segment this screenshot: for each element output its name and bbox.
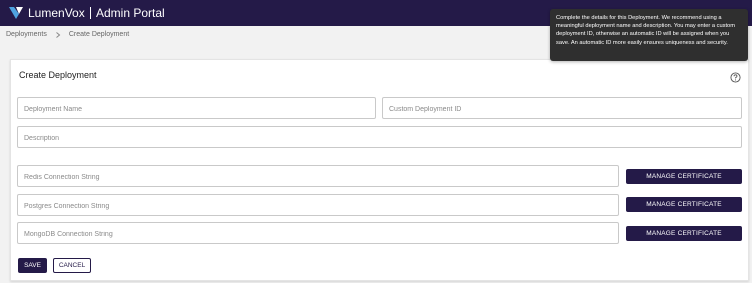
header-divider [90, 7, 91, 19]
manage-certificate-button-postgres[interactable]: MANAGE CERTIFICATE [626, 197, 742, 212]
mongodb-connection-field[interactable] [17, 222, 619, 245]
postgres-connection-field[interactable] [17, 194, 619, 217]
app-title: Admin Portal [96, 6, 165, 20]
mongodb-connection-input[interactable] [18, 224, 618, 245]
page-title: Create Deployment [19, 70, 97, 80]
redis-connection-field[interactable] [17, 165, 619, 188]
deployment-name-field[interactable] [17, 97, 376, 120]
breadcrumb: Deployments Create Deployment [6, 30, 129, 40]
create-deployment-card: Create Deployment MANAGE CERTIFICATE MAN… [10, 59, 749, 281]
chevron-right-icon [56, 32, 61, 38]
lumenvox-logo-icon [9, 7, 23, 19]
cancel-button[interactable]: CANCEL [53, 258, 91, 273]
save-button[interactable]: SAVE [18, 258, 47, 273]
postgres-connection-input[interactable] [18, 196, 618, 217]
breadcrumb-deployments-link[interactable]: Deployments [6, 30, 47, 40]
custom-deployment-id-input[interactable] [383, 99, 741, 120]
help-circle-icon[interactable] [730, 72, 741, 83]
manage-certificate-button-mongodb[interactable]: MANAGE CERTIFICATE [626, 226, 742, 241]
help-tooltip: Complete the details for this Deployment… [550, 9, 748, 61]
breadcrumb-current: Create Deployment [68, 31, 130, 38]
redis-connection-input[interactable] [18, 167, 618, 188]
manage-certificate-button-redis[interactable]: MANAGE CERTIFICATE [626, 169, 742, 184]
deployment-name-input[interactable] [18, 99, 375, 120]
custom-deployment-id-field[interactable] [382, 97, 742, 120]
description-input[interactable] [18, 128, 741, 149]
description-field[interactable] [17, 126, 742, 149]
brand-name: LumenVox [28, 6, 85, 20]
